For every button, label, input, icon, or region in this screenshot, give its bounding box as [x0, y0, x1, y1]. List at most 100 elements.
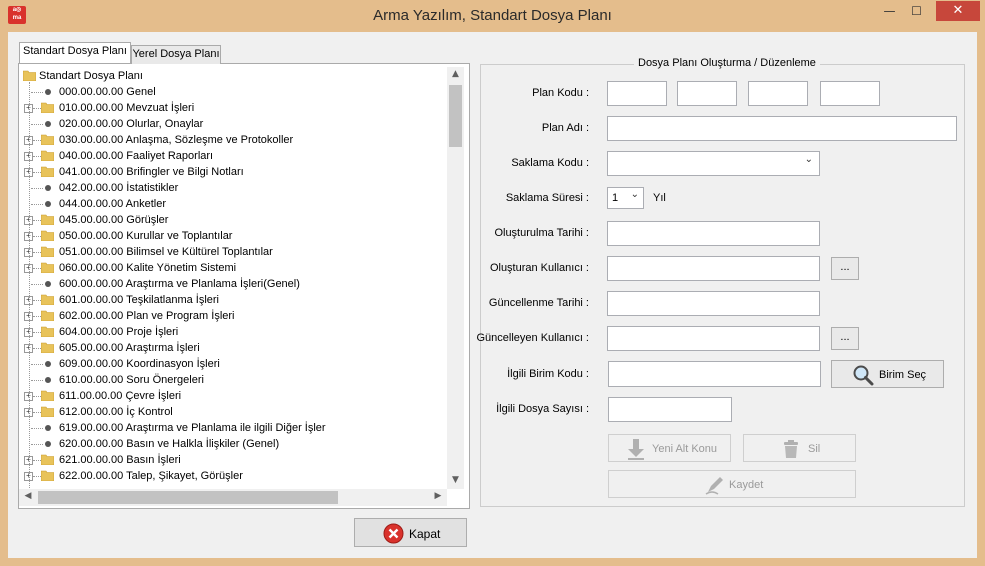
tree-item[interactable]: +612.00.00.00 İç Kontrol [19, 404, 449, 420]
tree-item[interactable]: +051.00.00.00 Bilimsel ve Kültürel Topla… [19, 244, 449, 260]
close-window-button[interactable]: ✕ [936, 1, 980, 21]
yeni-alt-konu-button[interactable]: Yeni Alt Konu [608, 434, 731, 462]
tree-item[interactable]: +602.00.00.00 Plan ve Program İşleri [19, 308, 449, 324]
tree-item[interactable]: +041.00.00.00 Brifingler ve Bilgi Notlar… [19, 164, 449, 180]
tree-item[interactable]: +605.00.00.00 Araştırma İşleri [19, 340, 449, 356]
plan-kodu-label: Plan Kodu : [532, 87, 589, 99]
tree-item-label: 622.00.00.00 Talep, Şikayet, Görüşler [59, 470, 243, 482]
guncellenme-tarihi-label: Güncellenme Tarihi : [488, 297, 589, 309]
kapat-label: Kapat [409, 527, 441, 541]
window-title: Arma Yazılım, Standart Dosya Planı [373, 7, 612, 24]
tree-item-label: 600.00.00.00 Araştırma ve Planlama İşler… [59, 278, 300, 290]
tree-item[interactable]: +040.00.00.00 Faaliyet Raporları [19, 148, 449, 164]
tree-item-label: 604.00.00.00 Proje İşleri [59, 326, 179, 338]
birim-sec-label: Birim Seç [879, 369, 927, 381]
tree-connector [33, 252, 41, 253]
folder-icon [41, 454, 54, 465]
ilgili-birim-kodu-input[interactable] [608, 361, 821, 387]
tree-connector [33, 220, 41, 221]
tree-item[interactable]: +050.00.00.00 Kurullar ve Toplantılar [19, 228, 449, 244]
close-icon: ✕ [952, 3, 964, 18]
folder-icon [41, 150, 54, 161]
tree-horizontal-scroll-thumb[interactable] [38, 491, 338, 504]
folder-icon [23, 70, 36, 81]
leaf-node-icon [45, 89, 51, 95]
tree-item[interactable]: +611.00.00.00 Çevre İşleri [19, 388, 449, 404]
minimize-button[interactable]: — [876, 1, 903, 21]
kaydet-label: Kaydet [729, 479, 764, 491]
scroll-left-arrow-icon[interactable]: ◀ [22, 491, 34, 501]
leaf-node-icon [45, 185, 51, 191]
tree-connector [31, 364, 43, 365]
tab-yerel-dosya-plani[interactable]: Yerel Dosya Planı [131, 45, 221, 64]
tree-connector [33, 156, 41, 157]
tree-item[interactable]: 044.00.00.00 Anketler [19, 196, 449, 212]
tree-item[interactable]: 000.00.00.00 Genel [19, 84, 449, 100]
folder-icon [41, 246, 54, 257]
guncellenme-tarihi-input[interactable] [607, 291, 820, 316]
tree-item[interactable]: +604.00.00.00 Proje İşleri [19, 324, 449, 340]
scroll-right-arrow-icon[interactable]: ▶ [432, 491, 444, 501]
tree-item-label: 619.00.00.00 Araştırma ve Planlama ile i… [59, 422, 326, 434]
plan-kodu-part4-input[interactable] [820, 81, 880, 106]
dosya-plani-tree[interactable]: Standart Dosya Planı 000.00.00.00 Genel +… [19, 66, 465, 506]
tree-item[interactable]: 042.00.00.00 İstatistikler [19, 180, 449, 196]
saklama-suresi-select[interactable]: 1 ⌄ [607, 187, 644, 209]
tree-item-label: 620.00.00.00 Basın ve Halkla İlişkiler (… [59, 438, 280, 450]
ilgili-dosya-sayisi-input[interactable] [608, 397, 732, 422]
tree-item[interactable]: 600.00.00.00 Araştırma ve Planlama İşler… [19, 276, 449, 292]
scroll-up-arrow-icon[interactable]: ▲ [447, 69, 464, 79]
guncelleyen-kullanici-browse-button[interactable]: ... [831, 327, 859, 350]
tree-item[interactable]: +621.00.00.00 Basın İşleri [19, 452, 449, 468]
tree-root-label: Standart Dosya Planı [39, 70, 143, 82]
tree-connector [31, 204, 43, 205]
tree-item[interactable]: 610.00.00.00 Soru Önergeleri [19, 372, 449, 388]
birim-sec-button[interactable]: Birim Seç [831, 360, 944, 388]
plan-adi-input[interactable] [607, 116, 957, 141]
pen-icon [705, 477, 723, 495]
tree-connector [31, 92, 43, 93]
olusturan-kullanici-input[interactable] [607, 256, 820, 281]
plan-kodu-part1-input[interactable] [607, 81, 667, 106]
tree-item-label: 609.00.00.00 Koordinasyon İşleri [59, 358, 220, 370]
form-group-title: Dosya Planı Oluşturma / Düzenleme [634, 57, 820, 69]
tree-item-label: 040.00.00.00 Faaliyet Raporları [59, 150, 214, 162]
tree-item[interactable]: +010.00.00.00 Mevzuat İşleri [19, 100, 449, 116]
tree-item-label: 010.00.00.00 Mevzuat İşleri [59, 102, 195, 114]
close-circle-icon [383, 523, 404, 544]
tree-connector [33, 108, 41, 109]
trash-icon [784, 440, 798, 458]
tree-item[interactable]: +060.00.00.00 Kalite Yönetim Sistemi [19, 260, 449, 276]
tree-item[interactable]: +045.00.00.00 Görüşler [19, 212, 449, 228]
folder-icon [41, 262, 54, 273]
tree-root[interactable]: Standart Dosya Planı [19, 68, 449, 84]
tree-item[interactable]: 620.00.00.00 Basın ve Halkla İlişkiler (… [19, 436, 449, 452]
tree-vertical-scroll-thumb[interactable] [449, 85, 462, 147]
tree-item-label: 610.00.00.00 Soru Önergeleri [59, 374, 204, 386]
guncelleyen-kullanici-label: Güncelleyen Kullanıcı : [476, 332, 589, 344]
plan-kodu-part2-input[interactable] [677, 81, 737, 106]
tree-item[interactable]: +622.00.00.00 Talep, Şikayet, Görüşler [19, 468, 449, 484]
tree-connector [33, 172, 41, 173]
guncelleyen-kullanici-input[interactable] [607, 326, 820, 351]
olusturulma-tarihi-input[interactable] [607, 221, 820, 246]
tree-item-label: 020.00.00.00 Olurlar, Onaylar [59, 118, 204, 130]
tree-item[interactable]: +601.00.00.00 Teşkilatlanma İşleri [19, 292, 449, 308]
tree-connector [33, 332, 41, 333]
olusturan-kullanici-browse-button[interactable]: ... [831, 257, 859, 280]
tree-item[interactable]: +030.00.00.00 Anlaşma, Sözleşme ve Proto… [19, 132, 449, 148]
sil-label: Sil [808, 443, 821, 455]
plan-kodu-part3-input[interactable] [748, 81, 808, 106]
tab-standart-dosya-plani[interactable]: Standart Dosya Planı [19, 42, 131, 63]
tree-connector [31, 284, 43, 285]
maximize-button[interactable]: ☐ [903, 1, 930, 21]
tree-item[interactable]: 609.00.00.00 Koordinasyon İşleri [19, 356, 449, 372]
sil-button[interactable]: Sil [743, 434, 856, 462]
tree-item[interactable]: 020.00.00.00 Olurlar, Onaylar [19, 116, 449, 132]
scroll-down-arrow-icon[interactable]: ▼ [447, 475, 464, 485]
tree-item[interactable]: 619.00.00.00 Araştırma ve Planlama ile i… [19, 420, 449, 436]
saklama-kodu-select[interactable]: ⌄ [607, 151, 820, 176]
kaydet-button[interactable]: Kaydet [608, 470, 856, 498]
olusturan-kullanici-label: Oluşturan Kullanıcı : [489, 262, 589, 274]
kapat-button[interactable]: Kapat [354, 518, 467, 547]
